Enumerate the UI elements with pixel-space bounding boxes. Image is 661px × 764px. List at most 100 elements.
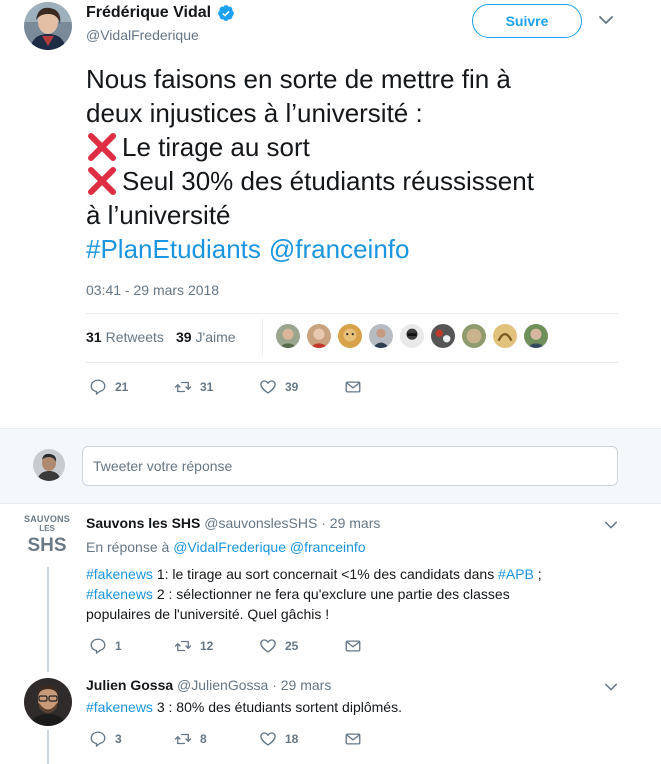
direct-message-action[interactable] — [344, 730, 370, 748]
reply-author-name[interactable]: Sauvons les SHS — [86, 515, 200, 531]
hashtag-link[interactable]: #APB — [498, 566, 534, 582]
divider — [86, 313, 618, 314]
reply-date[interactable]: 29 mars — [330, 515, 381, 531]
like-action[interactable]: 39 — [259, 378, 344, 396]
author-name[interactable]: Frédérique Vidal — [86, 4, 211, 22]
reply-text: #fakenews 1: le tirage au sort concernai… — [86, 564, 611, 624]
reply-header: Sauvons les SHS @sauvonslesSHS · 29 mars — [86, 515, 380, 531]
reply-text-line: #fakenews 2 : sélectionner ne fera qu'ex… — [86, 584, 611, 604]
text-span: 3 : 80% des étudiants sortent diplômés. — [152, 699, 402, 715]
thread-connector — [47, 567, 49, 672]
likes-count[interactable]: 39 — [176, 329, 192, 345]
reply-author-avatar[interactable] — [24, 678, 72, 726]
reply-date[interactable]: 29 mars — [281, 677, 332, 693]
current-user-avatar[interactable] — [33, 449, 65, 481]
text-span: ; — [533, 566, 542, 582]
text-span: 2 : sélectionner ne fera qu'exclure une … — [152, 586, 510, 602]
reply-count: 21 — [115, 380, 129, 394]
liker-avatar[interactable] — [492, 323, 518, 349]
reply-context: En réponse à @VidalFrederique @franceinf… — [86, 539, 366, 555]
chevron-down-icon[interactable] — [598, 12, 614, 28]
separator-dot: · — [321, 515, 326, 531]
reply-text: #fakenews 3 : 80% des étudiants sortent … — [86, 697, 611, 717]
like-count: 18 — [285, 732, 299, 746]
logo-text: LES — [39, 524, 55, 533]
verified-badge-icon — [218, 5, 234, 21]
hashtag-link[interactable]: #fakenews — [86, 699, 153, 715]
tweet-text-line: Seul 30% des étudiants réussissent — [122, 166, 534, 196]
direct-message-action[interactable] — [344, 378, 370, 396]
tweet-timestamp[interactable]: 03:41 - 29 mars 2018 — [86, 282, 219, 298]
cross-mark-icon — [86, 164, 122, 198]
tweet-text-line: Seul 30% des étudiants réussissent — [86, 164, 631, 198]
liker-avatar[interactable] — [430, 323, 456, 349]
logo-text: SAUVONS — [24, 514, 70, 524]
reply-icon — [90, 731, 106, 747]
liker-avatar[interactable] — [368, 323, 394, 349]
author-name-row[interactable]: Frédérique Vidal — [86, 3, 235, 23]
likes-label[interactable]: J'aime — [196, 329, 236, 345]
retweet-count: 31 — [200, 380, 214, 394]
reply-action[interactable]: 1 — [89, 637, 174, 655]
envelope-icon — [345, 381, 361, 393]
liker-avatar[interactable] — [306, 323, 332, 349]
reply-count: 1 — [115, 639, 122, 653]
mention-link[interactable]: @franceinfo — [269, 232, 410, 266]
direct-message-action[interactable] — [344, 637, 370, 655]
reply-icon — [90, 379, 106, 395]
retweet-action[interactable]: 12 — [174, 637, 259, 655]
separator-dot: · — [272, 677, 277, 693]
tweet-text-line: Nous faisons en sorte de mettre fin à — [86, 64, 511, 94]
like-action[interactable]: 18 — [259, 730, 344, 748]
reply-actions: 1 12 25 — [89, 637, 370, 655]
retweet-icon — [174, 733, 192, 745]
retweet-count: 8 — [200, 732, 207, 746]
chevron-down-icon[interactable] — [604, 680, 618, 694]
retweet-icon — [174, 640, 192, 652]
hashtag-link[interactable]: #fakenews — [86, 586, 153, 602]
like-action[interactable]: 25 — [259, 637, 344, 655]
reply-actions: 3 8 18 — [89, 730, 370, 748]
hashtag-link[interactable]: #fakenews — [86, 566, 153, 582]
tweet-text-line: Le tirage au sort — [122, 132, 310, 162]
heart-icon — [260, 639, 276, 653]
envelope-icon — [345, 733, 361, 745]
author-avatar[interactable] — [24, 2, 72, 50]
in-reply-to-label: En réponse à — [86, 539, 170, 555]
retweets-count[interactable]: 31 — [86, 329, 102, 345]
mention-link[interactable]: @VidalFrederique — [173, 539, 286, 555]
tweet-text-line: deux injustices à l’université : — [86, 98, 423, 128]
follow-button[interactable]: Suivre — [472, 4, 582, 38]
cross-mark-icon — [86, 130, 122, 164]
chevron-down-icon[interactable] — [604, 518, 618, 532]
retweet-action[interactable]: 31 — [174, 378, 259, 396]
reply-text-line: populaires de l'université. Quel gâchis … — [86, 606, 330, 622]
reply-author-handle[interactable]: @JulienGossa — [177, 677, 268, 693]
reply-input[interactable]: Tweeter votre réponse — [82, 446, 618, 486]
liker-avatar[interactable] — [275, 323, 301, 349]
reply-author-name[interactable]: Julien Gossa — [86, 677, 173, 693]
reply-count: 3 — [115, 732, 122, 746]
mention-link[interactable]: @franceinfo — [290, 539, 366, 555]
hashtag-link[interactable]: #PlanEtudiants — [86, 232, 261, 266]
author-handle[interactable]: @VidalFrederique — [86, 27, 199, 43]
shs-logo-avatar[interactable]: SAUVONS LES SHS — [22, 514, 72, 566]
liker-avatar[interactable] — [461, 323, 487, 349]
reply-action[interactable]: 3 — [89, 730, 174, 748]
heart-icon — [260, 380, 276, 394]
divider — [86, 362, 618, 363]
tweet-text: Nous faisons en sorte de mettre fin à de… — [86, 62, 631, 266]
reply-action[interactable]: 21 — [89, 378, 174, 396]
envelope-icon — [345, 640, 361, 652]
tweet-text-line: Le tirage au sort — [86, 130, 631, 164]
retweet-action[interactable]: 8 — [174, 730, 259, 748]
like-count: 39 — [285, 380, 299, 394]
stats-separator — [262, 319, 263, 355]
liker-avatar[interactable] — [399, 323, 425, 349]
reply-author-handle[interactable]: @sauvonslesSHS — [204, 515, 317, 531]
liker-avatar[interactable] — [523, 323, 549, 349]
retweets-label[interactable]: Retweets — [106, 329, 164, 345]
tweet-text-line: à l’université — [86, 200, 231, 230]
like-count: 25 — [285, 639, 299, 653]
liker-avatar[interactable] — [337, 323, 363, 349]
